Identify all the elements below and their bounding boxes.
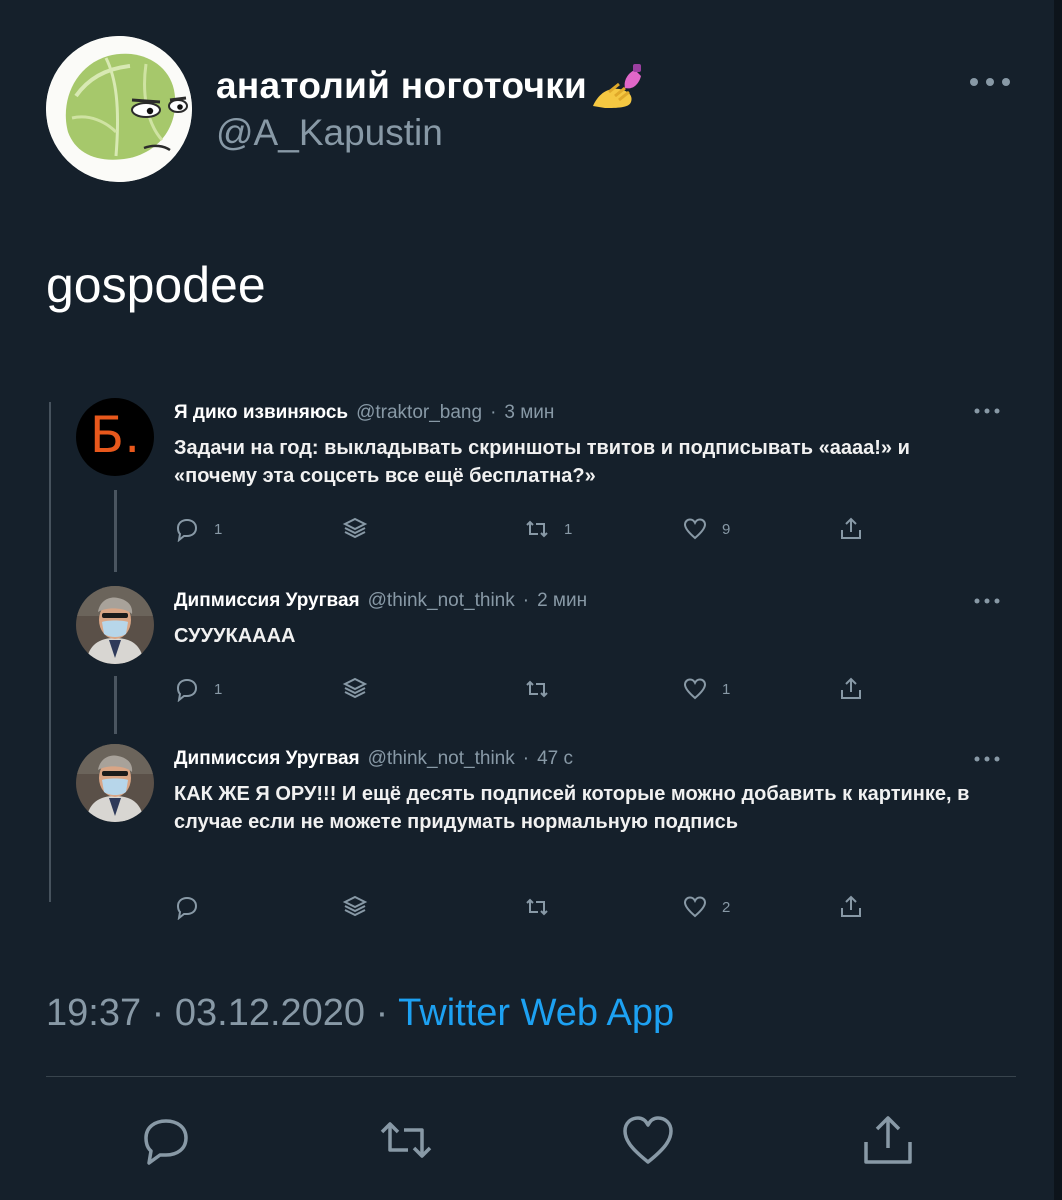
thread-line [114,490,117,572]
embedded-reply-button[interactable]: 1 [174,676,222,702]
screen-edge [1054,0,1062,1200]
timestamp-separator: · [151,992,165,1034]
person-with-mask-icon [76,586,154,664]
embedded-share-button[interactable] [838,894,864,920]
embedded-more-icon[interactable] [972,754,1002,764]
embedded-separator: · [490,402,497,423]
tweet-timestamp: 19:37 · 03.12.2020 · Twitter Web App [46,992,674,1035]
more-options-icon[interactable] [966,68,1014,96]
embedded-stack-button[interactable] [342,894,368,920]
embedded-time: 47 с [537,748,573,769]
embedded-time: 2 мин [537,590,588,611]
stack-icon [342,895,368,917]
embedded-screenshot: Б. Я дико извиняюсь @traktor_bang · 3 мин З… [46,392,1016,922]
tweet-date[interactable]: 03.12.2020 [175,992,365,1034]
embedded-like-count: 9 [722,520,731,538]
embedded-share-button[interactable] [838,676,864,702]
embedded-avatar-person[interactable] [76,744,154,822]
avatar-letter: Б. [89,406,141,464]
like-icon [683,896,707,918]
person-with-mask-icon [76,744,154,822]
share-icon[interactable] [858,1110,918,1170]
author-name-row[interactable]: анатолий ноготочки [216,62,647,110]
embedded-handle[interactable]: @think_not_think [368,590,515,611]
like-icon [683,678,707,700]
tweet-source-link[interactable]: Twitter Web App [398,992,674,1034]
embedded-separator: · [522,748,530,769]
stack-icon [342,517,368,539]
nail-polish-icon [593,64,642,108]
like-icon [683,518,707,540]
embedded-share-button[interactable] [838,516,864,542]
embedded-post-header: Дипмиссия Уругвая @think_not_think · 2 мин [174,590,587,612]
embedded-post-text: КАК ЖЕ Я ОРУ!!! И ещё десять подписей ко… [174,783,970,833]
retweet-icon [526,898,548,916]
embedded-time: 3 мин [504,402,555,423]
embedded-reply-count: 1 [214,520,223,538]
embedded-retweet-count: 1 [564,520,573,538]
reply-icon [176,678,198,702]
embedded-retweet-button[interactable] [524,894,564,920]
embed-left-bar [49,402,51,902]
thread-line [114,676,117,734]
reply-icon[interactable] [136,1110,196,1170]
embedded-reply-button[interactable]: 1 [174,516,222,542]
action-divider [46,1076,1016,1077]
embedded-handle[interactable]: @traktor_bang [356,402,482,423]
like-icon[interactable] [618,1110,678,1170]
retweet-icon [526,680,548,698]
embedded-reply-count: 1 [214,680,223,698]
embedded-separator: · [522,590,530,611]
share-icon [841,677,861,699]
author-handle[interactable]: @A_Kapustin [216,112,443,154]
embedded-post-text: СУУУКАААА [174,625,296,647]
embedded-author-name[interactable]: Дипмиссия Уругвая [174,748,360,769]
reply-icon [176,896,198,920]
embedded-more-icon[interactable] [972,596,1002,606]
reply-icon [176,518,198,542]
embedded-like-button[interactable]: 9 [682,516,730,542]
embedded-reply-button[interactable] [174,894,214,920]
author-avatar[interactable] [46,36,192,182]
embedded-retweet-button[interactable]: 1 [524,516,572,542]
embedded-handle[interactable]: @think_not_think [368,748,515,769]
retweet-icon[interactable] [376,1110,436,1170]
embedded-avatar-b[interactable]: Б. [76,398,154,476]
embedded-post-header: Я дико извиняюсь @traktor_bang · 3 мин [174,402,554,424]
embedded-more-icon[interactable] [972,406,1002,416]
tweet-text: gospodee [46,257,266,313]
embedded-like-button[interactable]: 1 [682,676,730,702]
embedded-post-text: Задачи на год: выкладывать скриншоты тви… [174,437,910,487]
embedded-author-name[interactable]: Я дико извиняюсь [174,402,348,423]
timestamp-separator: · [375,992,389,1034]
cabbage-face-icon [46,36,192,182]
embedded-avatar-person[interactable] [76,586,154,664]
embedded-like-count: 2 [722,898,731,916]
share-icon [841,895,861,917]
retweet-icon [526,520,548,538]
share-icon [841,517,861,539]
author-name[interactable]: анатолий ноготочки [216,65,587,107]
embedded-stack-button[interactable] [342,676,368,702]
embedded-author-name[interactable]: Дипмиссия Уругвая [174,590,360,611]
embedded-post-header: Дипмиссия Уругвая @think_not_think · 47 с [174,748,573,770]
tweet-time[interactable]: 19:37 [46,992,141,1034]
embedded-like-count: 1 [722,680,731,698]
stack-icon [342,677,368,699]
embedded-retweet-button[interactable] [524,676,564,702]
embedded-like-button[interactable]: 2 [682,894,730,920]
embedded-stack-button[interactable] [342,516,368,542]
